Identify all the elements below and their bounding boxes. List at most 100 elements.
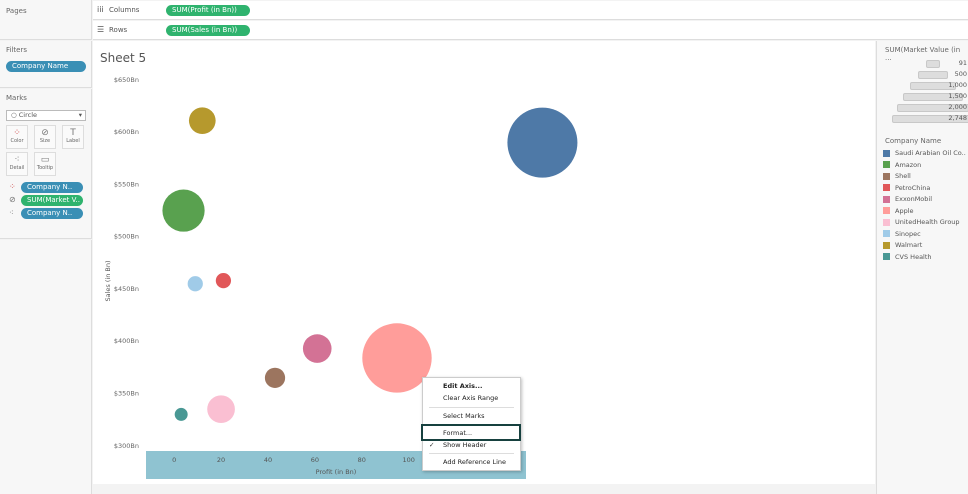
- menu-separator: [429, 407, 514, 408]
- point-amazon[interactable]: [162, 189, 205, 232]
- size-legend-item[interactable]: 2,000: [877, 103, 968, 113]
- color-legend-item[interactable]: ExxonMobil: [883, 195, 932, 205]
- filter-company-name-pill[interactable]: Company Name: [6, 61, 86, 72]
- columns-label: Columns: [109, 6, 140, 14]
- y-tick-label: $450Bn: [114, 285, 139, 293]
- color-legend-item[interactable]: UnitedHealth Group: [883, 218, 960, 228]
- size-legend-value: 91: [958, 59, 967, 67]
- label-button-label: Label: [66, 138, 80, 144]
- color-swatch: [883, 230, 890, 237]
- size-legend-swatch: [918, 71, 948, 79]
- color-legend-label: UnitedHealth Group: [895, 218, 960, 226]
- mark-type-value: Circle: [18, 111, 38, 119]
- mark-type-dropdown[interactable]: ○ Circle ▾: [6, 110, 86, 121]
- menu-select-marks[interactable]: Select Marks: [443, 412, 485, 420]
- color-legend-label: ExxonMobil: [895, 195, 933, 203]
- detail-encoding-icon: ⁖: [9, 208, 14, 217]
- size-legend-item[interactable]: 500: [877, 70, 968, 80]
- circle-icon: ○: [11, 111, 19, 119]
- chevron-down-icon: ▾: [78, 111, 82, 119]
- menu-clear-axis-range[interactable]: Clear Axis Range: [443, 394, 498, 402]
- color-legend-label: Walmart: [895, 241, 923, 249]
- menu-show-header[interactable]: Show Header: [443, 441, 486, 449]
- color-swatch: [883, 218, 890, 226]
- y-tick-label: $650Bn: [114, 76, 139, 84]
- size-button-label: Size: [39, 138, 51, 144]
- marks-pill-color[interactable]: Company N..: [21, 182, 83, 193]
- point-exxonmobil[interactable]: [302, 334, 332, 363]
- y-tick-label: $300Bn: [114, 442, 139, 450]
- y-axis[interactable]: $300Bn $350Bn $400Bn $450Bn $500Bn $550Bn $600…: [114, 76, 139, 450]
- color-legend-item[interactable]: CVS Health: [883, 253, 932, 263]
- size-icon: ⊘: [41, 128, 49, 138]
- columns-shelf[interactable]: iii Columns SUM(Profit (in Bn)): [93, 1, 968, 20]
- point-shell[interactable]: [264, 367, 286, 388]
- color-button[interactable]: ⁘ Color: [6, 125, 28, 149]
- detail-icon: ⁖: [14, 155, 20, 165]
- color-swatch: [883, 172, 890, 180]
- menu-separator: [429, 453, 514, 454]
- data-points: [162, 107, 578, 424]
- marks-pill-size[interactable]: SUM(Market V..: [21, 195, 83, 206]
- color-swatch: [883, 241, 890, 249]
- color-swatch: [883, 149, 890, 157]
- color-legend-item[interactable]: Amazon: [883, 161, 921, 171]
- x-tick-label: 100: [403, 456, 415, 464]
- color-legend-item[interactable]: PetroChina: [883, 184, 930, 194]
- tooltip-icon: ▭: [40, 155, 50, 165]
- color-legend-item[interactable]: Shell: [883, 172, 911, 182]
- x-tick-label: 40: [264, 456, 272, 464]
- color-legend-item[interactable]: Saudi Arabian Oil Co..: [883, 149, 966, 159]
- size-legend-item[interactable]: 1,000: [877, 81, 968, 91]
- color-legend-label: Shell: [895, 172, 911, 180]
- size-legend-value: 1,500: [948, 92, 967, 100]
- color-legend-label: Sinopec: [895, 229, 921, 238]
- color-legend-item[interactable]: Sinopec: [883, 230, 921, 240]
- size-legend-value: 2,000: [948, 103, 967, 111]
- left-panel-filler: [0, 240, 92, 494]
- size-legend-item[interactable]: 1,500: [877, 92, 968, 102]
- size-legend-value: 2,748: [948, 114, 967, 122]
- color-legend-item[interactable]: Walmart: [883, 241, 922, 251]
- point-sinopec[interactable]: [187, 276, 203, 292]
- color-legend-label: Apple: [895, 206, 914, 215]
- point-unitedhealth-group[interactable]: [207, 395, 235, 424]
- menu-add-reference-line[interactable]: Add Reference Line: [443, 458, 506, 466]
- rows-pill[interactable]: SUM(Sales (in Bn)): [166, 25, 250, 36]
- point-petrochina[interactable]: [215, 272, 232, 289]
- color-swatch: [883, 253, 890, 260]
- legend-panel: SUM(Market Value (in ... 91 500 1,000 1,500…: [876, 41, 968, 494]
- size-button[interactable]: ⊘ Size: [34, 125, 56, 149]
- point-saudi-arabian-oil-co[interactable]: [507, 107, 578, 178]
- label-button[interactable]: T Label: [62, 125, 84, 149]
- detail-button-label: Detail: [9, 165, 25, 171]
- marks-pill-detail[interactable]: Company N..: [21, 208, 83, 219]
- color-legend-item[interactable]: Apple: [883, 207, 914, 217]
- x-tick-label: 80: [358, 456, 366, 464]
- size-legend-item[interactable]: 91: [877, 59, 968, 69]
- checkmark-icon: ✓: [429, 441, 435, 449]
- point-walmart[interactable]: [188, 107, 216, 135]
- y-tick-label: $550Bn: [114, 180, 139, 188]
- color-legend-label: Saudi Arabian Oil Co..: [895, 149, 966, 157]
- menu-edit-axis[interactable]: Edit Axis...: [443, 382, 482, 390]
- size-legend-value: 500: [954, 70, 967, 78]
- marks-title: Marks: [6, 94, 27, 102]
- rows-shelf[interactable]: ☰ Rows SUM(Sales (in Bn)): [93, 21, 968, 40]
- x-tick-label: 0: [172, 456, 176, 464]
- columns-pill[interactable]: SUM(Profit (in Bn)): [166, 5, 250, 16]
- y-tick-label: $350Bn: [114, 390, 139, 398]
- detail-button[interactable]: ⁖ Detail: [6, 152, 28, 176]
- filters-panel: Filters Company Name: [0, 41, 92, 88]
- color-legend-title: Company Name: [885, 137, 942, 145]
- size-legend-item[interactable]: 2,748: [877, 114, 968, 124]
- color-legend-label: PetroChina: [895, 183, 931, 192]
- color-button-label: Color: [10, 138, 24, 144]
- y-axis-title: Sales (in Bn): [104, 260, 112, 301]
- filters-title: Filters: [6, 46, 27, 54]
- columns-icon: iii: [97, 5, 104, 14]
- tooltip-button[interactable]: ▭ Tooltip: [34, 152, 56, 176]
- x-tick-label: 20: [217, 456, 225, 464]
- rows-icon: ☰: [97, 25, 105, 34]
- point-cvs-health[interactable]: [174, 407, 188, 421]
